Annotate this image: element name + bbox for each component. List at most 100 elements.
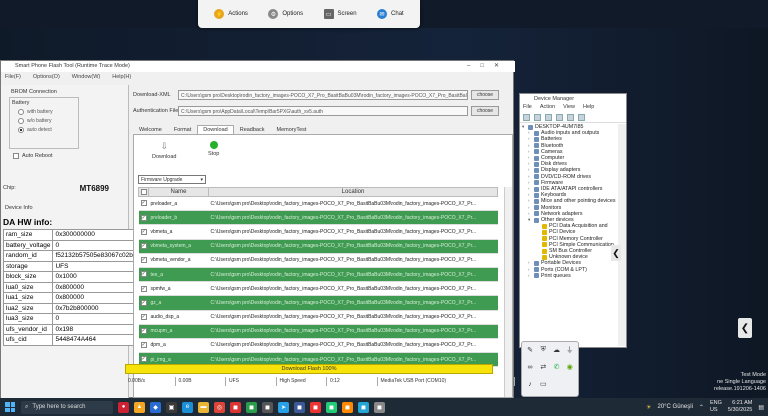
flash-mode-select[interactable]: Firmware Upgrade ▾: [138, 175, 206, 184]
auth-file-path[interactable]: C:\Users\gsm pro\AppData\Local\Temp\Bar5…: [178, 106, 468, 116]
partition-checkbox[interactable]: ✓: [138, 196, 149, 212]
menu-help[interactable]: Help(H): [112, 74, 131, 82]
chevron-right-icon[interactable]: ›: [528, 273, 532, 279]
partition-checkbox[interactable]: ✓: [138, 224, 149, 240]
chrome-icon[interactable]: ◎: [214, 401, 225, 413]
partition-location[interactable]: C:\Users\gsm pro\Desktop\rodin_factory_i…: [208, 196, 498, 212]
partition-checkbox[interactable]: ✓: [138, 295, 149, 311]
choose-auth-button[interactable]: choose: [471, 106, 499, 116]
partition-row[interactable]: ✓ tee_a C:\Users\gsm pro\Desktop\rodin_fac…: [138, 267, 498, 283]
partition-row[interactable]: ✓ vbmeta_vendor_a C:\Users\gsm pro\Desktop…: [138, 253, 498, 268]
app-icon[interactable]: ◼: [262, 401, 273, 413]
partition-row[interactable]: ✓ vbmeta_system_a C:\Users\gsm pro\Desktop…: [138, 239, 498, 254]
chat-button[interactable]: ✉ Chat: [377, 9, 404, 19]
chevron-down-icon[interactable]: ▾: [522, 124, 526, 130]
options-button[interactable]: ⚙ Options: [268, 9, 303, 19]
radio-without-battery[interactable]: w/o battery: [18, 118, 76, 124]
nvidia-icon[interactable]: ◉: [565, 362, 575, 372]
dm-menu-help[interactable]: Help: [583, 104, 594, 113]
device-tree-scrollbar[interactable]: [618, 124, 626, 346]
partition-checkbox[interactable]: ✓: [138, 281, 149, 297]
partition-row[interactable]: ✓ mcupm_a C:\Users\gsm pro\Desktop\rodin_f…: [138, 324, 498, 339]
partition-location[interactable]: C:\Users\gsm pro\Desktop\rodin_factory_i…: [208, 295, 498, 311]
dm-menu-view[interactable]: View: [563, 104, 575, 113]
device-tree-item[interactable]: › Print queues: [522, 273, 624, 279]
link-icon[interactable]: ∞: [525, 362, 535, 372]
properties-icon[interactable]: [545, 114, 552, 121]
maximize-icon[interactable]: □: [480, 63, 494, 69]
whatsapp-icon[interactable]: ✆: [552, 362, 562, 372]
app-icon[interactable]: ▣: [166, 401, 177, 413]
partition-location[interactable]: C:\Users\gsm pro\Desktop\rodin_factory_i…: [208, 224, 498, 240]
monitor-icon[interactable]: [578, 114, 585, 121]
language-indicator[interactable]: ENG US: [710, 400, 722, 414]
cloud-icon[interactable]: ☁: [552, 345, 562, 355]
partition-location[interactable]: C:\Users\gsm pro\Desktop\rodin_factory_i…: [208, 267, 498, 283]
stop-button[interactable]: Stop: [208, 141, 219, 157]
name-column-header[interactable]: Name: [148, 187, 209, 197]
radio-with-battery[interactable]: with battery: [18, 109, 76, 115]
dm-menu-action[interactable]: Action: [540, 104, 555, 113]
partition-checkbox[interactable]: ✓: [138, 324, 149, 339]
download-xml-path[interactable]: C:\Users\gsm pro\Desktop\rodin_factory_i…: [178, 90, 468, 100]
app-icon[interactable]: ◼: [342, 401, 353, 413]
partition-checkbox[interactable]: ✓: [138, 253, 149, 268]
menu-file[interactable]: File(F): [5, 74, 21, 82]
app-icon[interactable]: ●: [118, 401, 129, 413]
app-icon[interactable]: ◼: [358, 401, 369, 413]
app-icon[interactable]: ◼: [374, 401, 385, 413]
dm-menu-file[interactable]: File: [523, 104, 532, 113]
close-icon[interactable]: ✕: [494, 63, 509, 69]
partition-location[interactable]: C:\Users\gsm pro\Desktop\rodin_factory_i…: [208, 239, 498, 254]
edge-icon[interactable]: e: [182, 401, 193, 413]
partition-location[interactable]: C:\Users\gsm pro\Desktop\rodin_factory_i…: [208, 253, 498, 268]
scan-hardware-icon[interactable]: [567, 114, 574, 121]
pen-icon[interactable]: ✎: [525, 345, 535, 355]
partition-checkbox[interactable]: ✓: [138, 310, 149, 325]
taskbar-clock[interactable]: 6:21 AM 5/30/2025: [728, 400, 752, 414]
device-tree-item[interactable]: › Mice and other pointing devices: [522, 198, 624, 204]
screen-button[interactable]: ▭ Screen: [323, 9, 357, 19]
app-icon[interactable]: ▲: [134, 401, 145, 413]
teamviewer-icon[interactable]: ⇄: [538, 362, 548, 372]
partition-location[interactable]: C:\Users\gsm pro\Desktop\rodin_factory_i…: [208, 281, 498, 297]
folder-icon[interactable]: ▬: [198, 401, 209, 413]
forward-icon[interactable]: [534, 114, 541, 121]
minimize-icon[interactable]: –: [467, 63, 480, 69]
windows-start-icon[interactable]: [3, 400, 17, 414]
menu-options[interactable]: Options(O): [33, 74, 60, 82]
menu-window[interactable]: Window(W): [72, 74, 100, 82]
actions-button[interactable]: ⚡ Actions: [214, 9, 248, 19]
partition-row[interactable]: ✓ vbmeta_a C:\Users\gsm pro\Desktop\rodin_…: [138, 224, 498, 240]
partition-row[interactable]: ✓ preloader_b C:\Users\gsm pro\Desktop\rod…: [138, 210, 498, 226]
partition-checkbox[interactable]: ✓: [138, 338, 149, 354]
app-icon[interactable]: ◼: [310, 401, 321, 413]
partition-location[interactable]: C:\Users\gsm pro\Desktop\rodin_factory_i…: [208, 210, 498, 226]
partition-scrollbar[interactable]: [504, 187, 512, 397]
telegram-icon[interactable]: ➤: [278, 401, 289, 413]
security-icon[interactable]: ⛨: [538, 345, 548, 355]
radio-auto-detect[interactable]: auto detect: [18, 127, 76, 133]
auto-reboot-checkbox[interactable]: Auto Reboot: [13, 153, 53, 159]
app-icon[interactable]: ◆: [150, 401, 161, 413]
partition-location[interactable]: C:\Users\gsm pro\Desktop\rodin_factory_i…: [208, 338, 498, 354]
partition-location[interactable]: C:\Users\gsm pro\Desktop\rodin_factory_i…: [208, 324, 498, 339]
chevron-left-icon[interactable]: ❮: [611, 245, 621, 261]
partition-checkbox[interactable]: ✓: [138, 210, 149, 226]
partition-row[interactable]: ✓ spmfw_a C:\Users\gsm pro\Desktop\rodin_f…: [138, 281, 498, 297]
partition-row[interactable]: ✓ dpm_a C:\Users\gsm pro\Desktop\rodin_fac…: [138, 338, 498, 354]
app-icon[interactable]: ◼: [326, 401, 337, 413]
partition-row[interactable]: ✓ audio_dsp_a C:\Users\gsm pro\Desktop\rod…: [138, 310, 498, 325]
taskbar-search-box[interactable]: ⌕ Type here to search: [21, 400, 113, 414]
display-icon[interactable]: ▭: [538, 379, 548, 389]
weather-text[interactable]: 20°C Güneşli: [657, 404, 692, 410]
tray-chevron-up-icon[interactable]: ⌃: [699, 404, 704, 411]
partition-location[interactable]: C:\Users\gsm pro\Desktop\rodin_factory_i…: [208, 310, 498, 325]
partition-row[interactable]: ✓ preloader_a C:\Users\gsm pro\Desktop\rod…: [138, 196, 498, 212]
app-icon[interactable]: ◼: [294, 401, 305, 413]
partition-row[interactable]: ✓ gz_a C:\Users\gsm pro\Desktop\rodin_fact…: [138, 295, 498, 311]
select-all-header[interactable]: [138, 187, 149, 197]
notification-icon[interactable]: ▤: [758, 404, 764, 411]
back-icon[interactable]: [523, 114, 530, 121]
app-icon[interactable]: ◼: [246, 401, 257, 413]
